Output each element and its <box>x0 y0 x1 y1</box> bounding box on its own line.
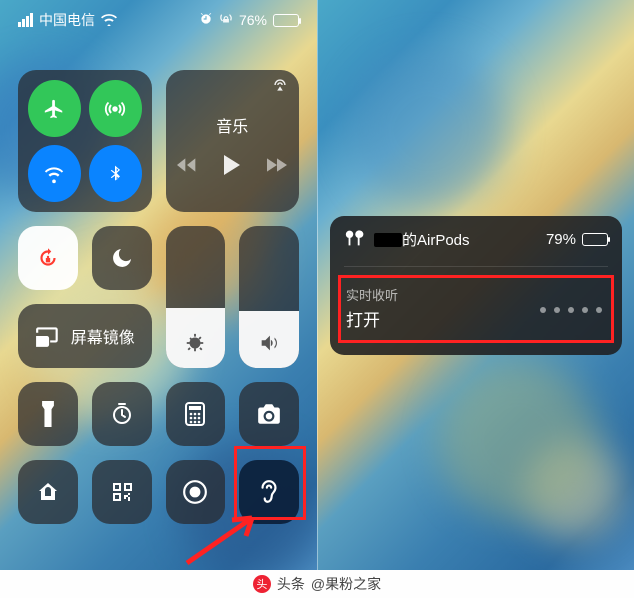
portrait-lock-status-icon <box>219 12 233 29</box>
screen-record-icon <box>182 479 208 505</box>
carrier-label: 中国电信 <box>39 10 95 30</box>
calculator-icon <box>184 402 206 426</box>
screen-mirror-label: 屏幕镜像 <box>71 324 135 348</box>
control-center-grid: 音乐 <box>0 40 317 524</box>
volume-icon <box>258 332 280 354</box>
annotation-arrow <box>182 508 272 570</box>
previous-track-icon[interactable] <box>177 157 197 173</box>
cellular-signal-icon <box>18 13 33 27</box>
brightness-icon <box>184 332 206 354</box>
wifi-button[interactable] <box>28 145 81 202</box>
timer-button[interactable] <box>92 382 152 446</box>
flashlight-button[interactable] <box>18 382 78 446</box>
now-playing-tile[interactable]: 音乐 <box>166 70 300 212</box>
control-center-screen: 中国电信 76% <box>0 0 318 570</box>
live-listen-button[interactable]: 实时收听 打开 <box>344 279 608 341</box>
airplay-icon <box>271 78 289 97</box>
censored-name <box>374 233 402 247</box>
qr-code-icon <box>110 480 134 504</box>
camera-icon <box>256 403 282 425</box>
screen-mirroring-button[interactable]: 屏幕镜像 <box>18 304 152 368</box>
cellular-data-button[interactable] <box>89 80 142 137</box>
alarm-icon <box>199 12 213 29</box>
watermark-account: @果粉之家 <box>311 574 381 594</box>
next-track-icon[interactable] <box>267 157 287 173</box>
hearing-popup-screen: 的AirPods 79% 实时收听 打开 <box>318 0 634 570</box>
battery-icon <box>273 14 299 27</box>
wifi-icon <box>101 14 117 26</box>
qr-scan-button[interactable] <box>92 460 152 524</box>
watermark: 头 头条 @果粉之家 <box>0 570 634 598</box>
watermark-prefix: 头条 <box>277 574 305 594</box>
home-icon <box>36 480 60 504</box>
timer-icon <box>110 402 134 426</box>
status-bar: 中国电信 76% <box>0 0 317 40</box>
live-listen-label: 实时收听 <box>346 285 606 304</box>
camera-button[interactable] <box>239 382 299 446</box>
screen-mirror-icon <box>35 325 61 347</box>
calculator-button[interactable] <box>166 382 226 446</box>
toutiao-logo-icon: 头 <box>253 575 271 593</box>
level-dots <box>540 307 602 313</box>
music-title: 音乐 <box>216 113 248 137</box>
airpods-icon <box>344 228 366 252</box>
ear-icon <box>258 478 280 506</box>
connectivity-tile <box>18 70 152 212</box>
orientation-lock-button[interactable] <box>18 226 78 290</box>
do-not-disturb-button[interactable] <box>92 226 152 290</box>
battery-pct-label: 76% <box>239 12 267 28</box>
airpods-battery-pct: 79% <box>546 231 576 248</box>
airpods-battery-icon <box>582 233 608 246</box>
brightness-slider[interactable] <box>166 226 226 368</box>
volume-slider[interactable] <box>239 226 299 368</box>
airpods-name-suffix: 的AirPods <box>402 229 470 250</box>
play-icon[interactable] <box>223 155 241 175</box>
hearing-popup: 的AirPods 79% 实时收听 打开 <box>330 216 622 355</box>
flashlight-icon <box>39 401 57 427</box>
bluetooth-button[interactable] <box>89 145 142 202</box>
home-button[interactable] <box>18 460 78 524</box>
airplane-mode-button[interactable] <box>28 80 81 137</box>
